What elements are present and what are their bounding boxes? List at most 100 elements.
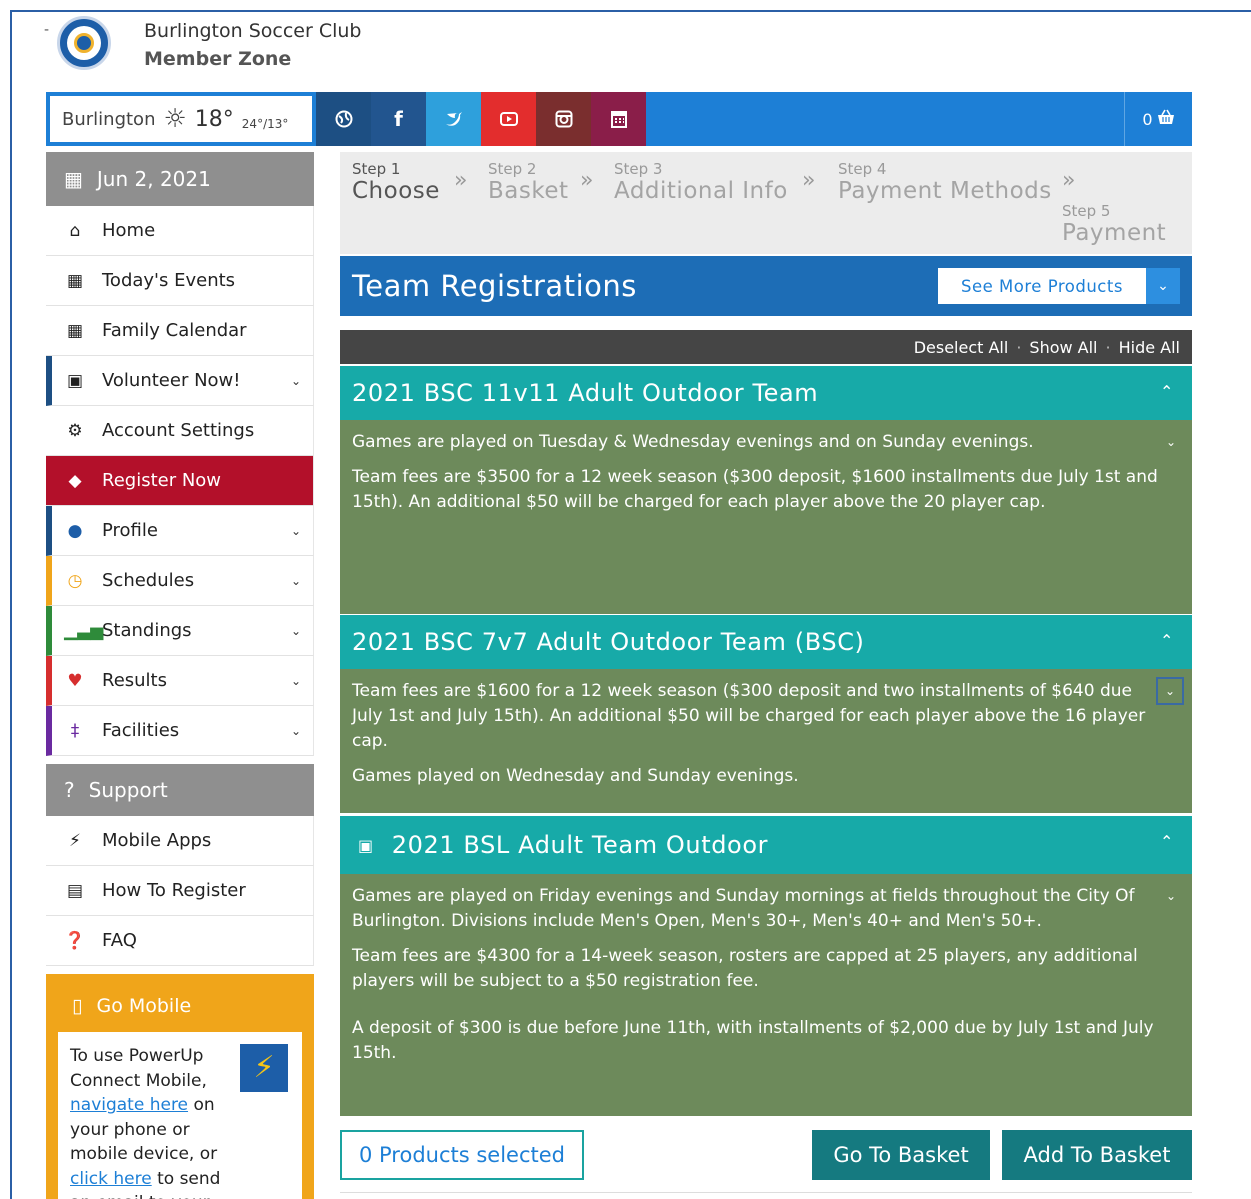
chevron-down-icon[interactable]: ⌄ — [1166, 430, 1176, 455]
weather-temp: 18° — [194, 106, 234, 132]
product-paragraph: Games are played on Friday evenings and … — [352, 886, 1135, 931]
youtube-icon[interactable] — [481, 92, 536, 146]
chevron-up-icon[interactable]: ⌃ — [1160, 631, 1174, 650]
sidebar-item-label: Account Settings — [102, 420, 255, 441]
products-selected-button[interactable]: 0 Products selected — [340, 1130, 584, 1180]
step-number: Step 3 — [614, 160, 663, 178]
product-description: ⌄ Games are played on Tuesday & Wednesda… — [340, 420, 1192, 614]
sidebar-item-standings[interactable]: ▁▃▅ Standings ⌄ — [46, 606, 314, 656]
cart-button[interactable]: 0 — [1124, 92, 1192, 146]
sidebar-date: ▦ Jun 2, 2021 — [46, 152, 314, 206]
go-to-basket-button[interactable]: Go To Basket — [812, 1130, 990, 1180]
sidebar-item-facilities[interactable]: ‡ Facilities ⌄ — [46, 706, 314, 756]
go-mobile-title: Go Mobile — [96, 995, 192, 1017]
sidebar-item-register-now[interactable]: ◆ Register Now — [46, 456, 314, 506]
product-header[interactable]: 2021 BSC 7v7 Adult Outdoor Team (BSC) ⌃ — [340, 615, 1192, 669]
step-name: Payment Methods — [838, 178, 1052, 204]
chevron-down-icon[interactable]: ⌄ — [1156, 677, 1184, 705]
globe-icon[interactable] — [316, 92, 371, 146]
step-arrow-icon: » — [454, 168, 468, 193]
weather-widget[interactable]: Burlington ☼ 18° 24°/13° — [46, 92, 316, 146]
step-number: Step 1 — [352, 160, 401, 178]
chevron-down-icon: ⌄ — [290, 374, 301, 388]
see-more-products-button[interactable]: See More Products — [938, 268, 1146, 304]
separator-dot: · — [1016, 337, 1022, 357]
twitter-icon[interactable] — [426, 92, 481, 146]
sidebar-item-mobile-apps[interactable]: ⚡ Mobile Apps — [46, 816, 314, 866]
bolt-icon: ⚡ — [69, 830, 81, 851]
chevron-down-icon: ⌄ — [290, 724, 301, 738]
chevron-up-icon[interactable]: ⌃ — [1160, 382, 1174, 401]
clock-icon: ◷ — [67, 570, 83, 591]
club-logo[interactable] — [57, 16, 111, 70]
sidebar-item-how-to-register[interactable]: ▤ How To Register — [46, 866, 314, 916]
mobile-icon: ▯ — [72, 995, 83, 1017]
step-number: Step 5 — [1062, 202, 1111, 220]
product-paragraph: A deposit of $300 is due before June 11t… — [352, 1018, 1154, 1063]
hide-all-link[interactable]: Hide All — [1119, 338, 1180, 357]
product-header[interactable]: ▣ 2021 BSL Adult Team Outdoor ⌃ — [340, 816, 1192, 874]
product-paragraph: Games are played on Tuesday & Wednesday … — [352, 432, 1034, 452]
step-number: Step 2 — [488, 160, 537, 178]
product-panel: ▣ 2021 BSL Adult Team Outdoor ⌃ ⌄ Games … — [340, 816, 1192, 1116]
support-header[interactable]: ? Support — [46, 764, 314, 816]
step-arrow-icon: » — [580, 168, 594, 193]
user-icon: ● — [67, 520, 83, 541]
instagram-icon[interactable] — [536, 92, 591, 146]
support-label: Support — [88, 778, 168, 802]
product-paragraph: Games played on Wednesday and Sunday eve… — [352, 766, 799, 786]
product-paragraph: Team fees are $4300 for a 14-week season… — [352, 946, 1138, 991]
chevron-down-icon[interactable]: ⌄ — [1166, 884, 1176, 909]
see-more-products-dropdown[interactable]: See More Products ⌄ — [938, 268, 1180, 304]
calendar-icon: ▦ — [64, 167, 83, 191]
step-name: Basket — [488, 178, 569, 204]
sidebar-item-faq[interactable]: ❓ FAQ — [46, 916, 314, 966]
sidebar-item-home[interactable]: ⌂ Home — [46, 206, 314, 256]
sun-icon: ☼ — [163, 104, 187, 134]
step-arrow-icon: » — [802, 168, 816, 193]
step-name: Payment — [1062, 220, 1167, 246]
sidebar-item-profile[interactable]: ● Profile ⌄ — [46, 506, 314, 556]
sidebar-item-label: Mobile Apps — [102, 830, 212, 851]
sidebar-item-volunteer-now[interactable]: ▣ Volunteer Now! ⌄ — [46, 356, 314, 406]
sidebar-item-account-settings[interactable]: ⚙ Account Settings — [46, 406, 314, 456]
product-paragraph: Team fees are $1600 for a 12 week season… — [352, 681, 1146, 751]
sidebar-item-label: Today's Events — [102, 270, 236, 291]
logo-dash: - — [44, 22, 50, 38]
sidebar-item-label: Volunteer Now! — [102, 370, 241, 391]
chevron-down-icon: ⌄ — [290, 524, 301, 538]
calendar-icon: ▦ — [66, 320, 84, 341]
chevron-down-icon: ⌄ — [290, 624, 301, 638]
sidebar-item-label: How To Register — [102, 880, 246, 901]
deselect-all-link[interactable]: Deselect All — [914, 338, 1009, 357]
sidebar-item-schedules[interactable]: ◷ Schedules ⌄ — [46, 556, 314, 606]
facility-icon: ‡ — [70, 720, 80, 741]
tag-icon: ◆ — [68, 470, 82, 491]
zone-name: Member Zone — [144, 48, 292, 70]
click-here-link[interactable]: click here — [70, 1169, 152, 1189]
add-to-basket-button[interactable]: Add To Basket — [1002, 1130, 1192, 1180]
pdf-icon: ▤ — [66, 880, 84, 901]
separator-dot: · — [1105, 337, 1111, 357]
product-title: 2021 BSC 11v11 Adult Outdoor Team — [352, 379, 819, 407]
step-1[interactable]: Step 1 Choose — [352, 160, 440, 204]
chevron-down-icon[interactable]: ⌄ — [1146, 268, 1180, 304]
weather-city: Burlington — [62, 108, 156, 130]
product-header[interactable]: 2021 BSC 11v11 Adult Outdoor Team ⌃ — [340, 366, 1192, 420]
sidebar-date-label: Jun 2, 2021 — [96, 167, 211, 191]
powerup-bolt-icon: ⚡ — [240, 1044, 288, 1092]
document-icon: ▣ — [358, 835, 374, 855]
sidebar-item-results[interactable]: ♥ Results ⌄ — [46, 656, 314, 706]
step-2: Step 2 Basket — [488, 160, 569, 204]
chevron-up-icon[interactable]: ⌃ — [1160, 832, 1174, 851]
volunteer-icon: ▣ — [66, 370, 84, 391]
go-mobile-box: ⚡ To use PowerUp Connect Mobile, navigat… — [58, 1032, 302, 1199]
sidebar-item-family-calendar[interactable]: ▦ Family Calendar — [46, 306, 314, 356]
gear-icon: ⚙ — [67, 420, 83, 441]
facebook-icon[interactable]: f — [371, 92, 426, 146]
show-all-link[interactable]: Show All — [1029, 338, 1097, 357]
calendar-icon[interactable] — [591, 92, 646, 146]
step-number: Step 4 — [838, 160, 887, 178]
sidebar-item-todays-events[interactable]: ▦ Today's Events — [46, 256, 314, 306]
navigate-here-link[interactable]: navigate here — [70, 1095, 188, 1115]
